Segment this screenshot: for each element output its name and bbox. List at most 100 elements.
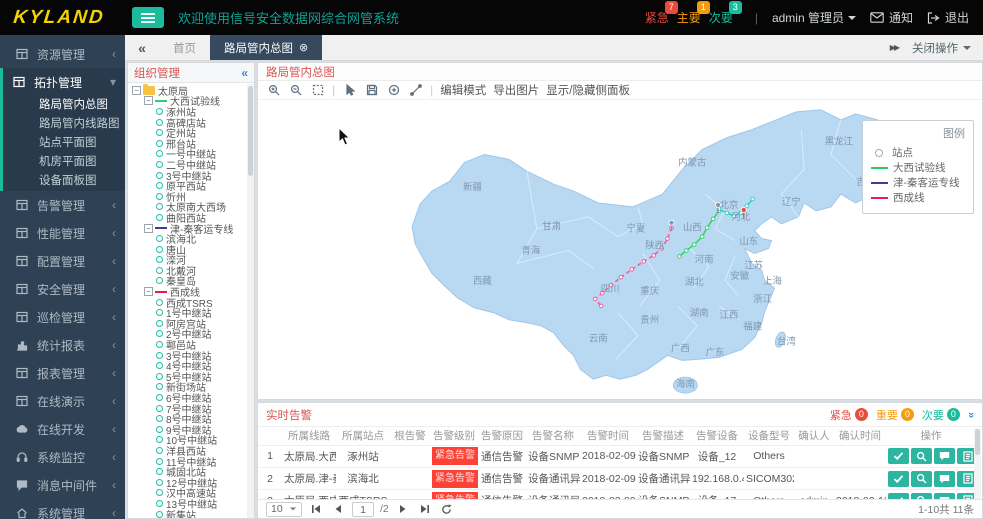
sidebar-item-在线演示[interactable]: 在线演示‹ <box>3 387 125 415</box>
collapse-alarm-panel-icon[interactable]: » <box>965 411 977 417</box>
page-size-select[interactable]: 10 <box>266 502 302 517</box>
province-label-安徽: 安徽 <box>730 270 749 281</box>
log-button[interactable] <box>957 448 974 464</box>
first-page-button[interactable] <box>308 502 324 517</box>
sidebar-item-告警管理[interactable]: 告警管理‹ <box>3 191 125 219</box>
sidebar-item-巡检管理[interactable]: 巡检管理‹ <box>3 303 125 331</box>
legend-item-大西试验线: 大西试验线 <box>871 160 965 175</box>
header-alarm-counter[interactable]: 主要1 <box>677 9 701 26</box>
sidebar-item-报表管理[interactable]: 报表管理‹ <box>3 359 125 387</box>
sidebar-item-消息中间件[interactable]: 消息中间件‹ <box>3 471 125 499</box>
map-canvas[interactable]: 黑龙江内蒙古吉林辽宁北京河北山西山东新疆甘肃宁夏青海西藏陕西河南江苏安徽上海湖北… <box>258 100 983 399</box>
menu-toggle-button[interactable] <box>132 7 164 28</box>
tab-路局管内总图[interactable]: 路局管内总图⊗ <box>210 35 322 60</box>
station-marker[interactable] <box>685 249 689 253</box>
station-marker[interactable] <box>599 304 603 308</box>
province-label-湖南: 湖南 <box>690 307 709 318</box>
station-marker[interactable] <box>692 243 696 247</box>
log-button[interactable] <box>957 471 974 487</box>
notifications-button[interactable]: 通知 <box>870 9 913 26</box>
cursor-icon[interactable] <box>342 83 357 98</box>
tree-scrollbar[interactable] <box>247 84 254 519</box>
station-marker[interactable] <box>705 226 709 230</box>
grid-icon <box>13 76 26 89</box>
station-icon <box>156 119 163 126</box>
user-menu[interactable]: admin 管理员 <box>772 9 856 26</box>
alarm-count-badge: 0 <box>855 408 868 421</box>
collapse-panel-icon[interactable]: « <box>241 66 248 80</box>
alarm-counter-label: 次要 <box>922 407 944 423</box>
tree-node-滨海北[interactable]: 滨海北 <box>128 233 254 244</box>
sidebar-subitem-站点平面图[interactable]: 站点平面图 <box>3 134 125 153</box>
tree-collapse-toggle[interactable]: − <box>144 224 153 233</box>
detail-search-button[interactable] <box>911 471 932 487</box>
station-marker[interactable] <box>678 255 682 259</box>
station-marker[interactable] <box>751 197 755 201</box>
sidebar-item-配置管理[interactable]: 配置管理‹ <box>3 247 125 275</box>
sidebar-item-系统管理[interactable]: 系统管理‹ <box>3 499 125 519</box>
station-marker[interactable] <box>593 297 597 301</box>
tree-collapse-toggle[interactable]: − <box>144 287 153 296</box>
tree-node-新集站[interactable]: 新集站 <box>128 509 254 518</box>
header-alarm-counter[interactable]: 紧急7 <box>645 9 669 26</box>
panel-alarm-counter: 次要0 <box>922 407 960 423</box>
tree-node-原平西站[interactable]: 原平西站 <box>128 180 254 191</box>
next-page-button[interactable] <box>395 502 411 517</box>
sidebar-submenu: 路局管内总图路局管内线路图站点平面图机房平面图设备面板图 <box>3 96 125 191</box>
sidebar-group: 性能管理‹ <box>0 219 125 247</box>
prev-page-button[interactable] <box>330 502 346 517</box>
close-tab-icon[interactable]: ⊗ <box>299 41 308 54</box>
circle-plus-icon[interactable] <box>386 83 401 98</box>
sidebar-subitem-路局管内总图[interactable]: 路局管内总图 <box>3 96 125 115</box>
line-icon[interactable] <box>408 83 423 98</box>
station-marker[interactable] <box>652 254 656 258</box>
alarm-table-scrollbar[interactable] <box>974 428 981 502</box>
close-operations-dropdown[interactable]: 关闭操作 <box>912 40 971 56</box>
sidebar-item-资源管理[interactable]: 资源管理‹ <box>3 40 125 68</box>
last-page-button[interactable] <box>417 502 433 517</box>
logout-button[interactable]: 退出 <box>927 9 969 26</box>
alarm-counters: 紧急0重要0次要0 <box>822 407 960 423</box>
map-tool-编辑模式[interactable]: 编辑模式 <box>440 82 486 98</box>
tree-collapse-toggle[interactable]: − <box>144 96 153 105</box>
station-marker[interactable] <box>725 211 729 215</box>
confirm-check-button[interactable] <box>888 471 909 487</box>
station-marker[interactable] <box>745 204 749 208</box>
header-alarm-counter[interactable]: 次要3 <box>709 9 733 26</box>
station-marker[interactable] <box>642 260 646 264</box>
map-tool-显示/隐藏侧面板[interactable]: 显示/隐藏侧面板 <box>546 82 630 98</box>
zoom-in-icon[interactable] <box>266 83 281 98</box>
sidebar-subitem-设备面板图[interactable]: 设备面板图 <box>3 172 125 191</box>
station-marker[interactable] <box>700 235 704 239</box>
table-row[interactable]: 1太原局.大西涿州站紧急告警通信告警设备SNMP异2018-02-09设备SNM… <box>258 446 976 468</box>
sidebar-subitem-路局管内线路图[interactable]: 路局管内线路图 <box>3 115 125 134</box>
tabs-scroll-left-button[interactable]: « <box>125 35 159 60</box>
page-number-input[interactable]: 1 <box>352 502 374 517</box>
confirm-check-button[interactable] <box>888 448 909 464</box>
station-marker[interactable] <box>630 268 634 272</box>
refresh-button[interactable] <box>439 502 455 517</box>
sidebar-item-在线开发[interactable]: 在线开发‹ <box>3 415 125 443</box>
station-marker[interactable] <box>711 217 715 221</box>
save-icon[interactable] <box>364 83 379 98</box>
sidebar-item-统计报表[interactable]: 统计报表‹ <box>3 331 125 359</box>
sidebar-item-拓扑管理[interactable]: 拓扑管理▾ <box>3 68 125 96</box>
tree-collapse-toggle[interactable]: − <box>132 86 141 95</box>
detail-search-button[interactable] <box>911 448 932 464</box>
station-marker[interactable] <box>619 275 623 279</box>
kyland-logo: KYLAND <box>0 7 119 29</box>
zoom-out-icon[interactable] <box>288 83 303 98</box>
sidebar-item-系统监控[interactable]: 系统监控‹ <box>3 443 125 471</box>
map-tool-导出图片[interactable]: 导出图片 <box>493 82 539 98</box>
fit-icon[interactable] <box>310 83 325 98</box>
sidebar-subitem-机房平面图[interactable]: 机房平面图 <box>3 153 125 172</box>
comment-button[interactable] <box>934 448 955 464</box>
sidebar-item-性能管理[interactable]: 性能管理‹ <box>3 219 125 247</box>
sidebar-item-安全管理[interactable]: 安全管理‹ <box>3 275 125 303</box>
tab-首页[interactable]: 首页 <box>159 35 210 60</box>
tabs-scroll-right-icon[interactable]: ▶▶ <box>890 43 898 52</box>
comment-button[interactable] <box>934 471 955 487</box>
station-marker[interactable] <box>666 237 670 241</box>
table-row[interactable]: 2太原局.津-秦滨海北紧急告警通信告警设备通讯异2018-02-09设备通讯异1… <box>258 468 976 490</box>
cell-root-alarm <box>390 468 430 490</box>
